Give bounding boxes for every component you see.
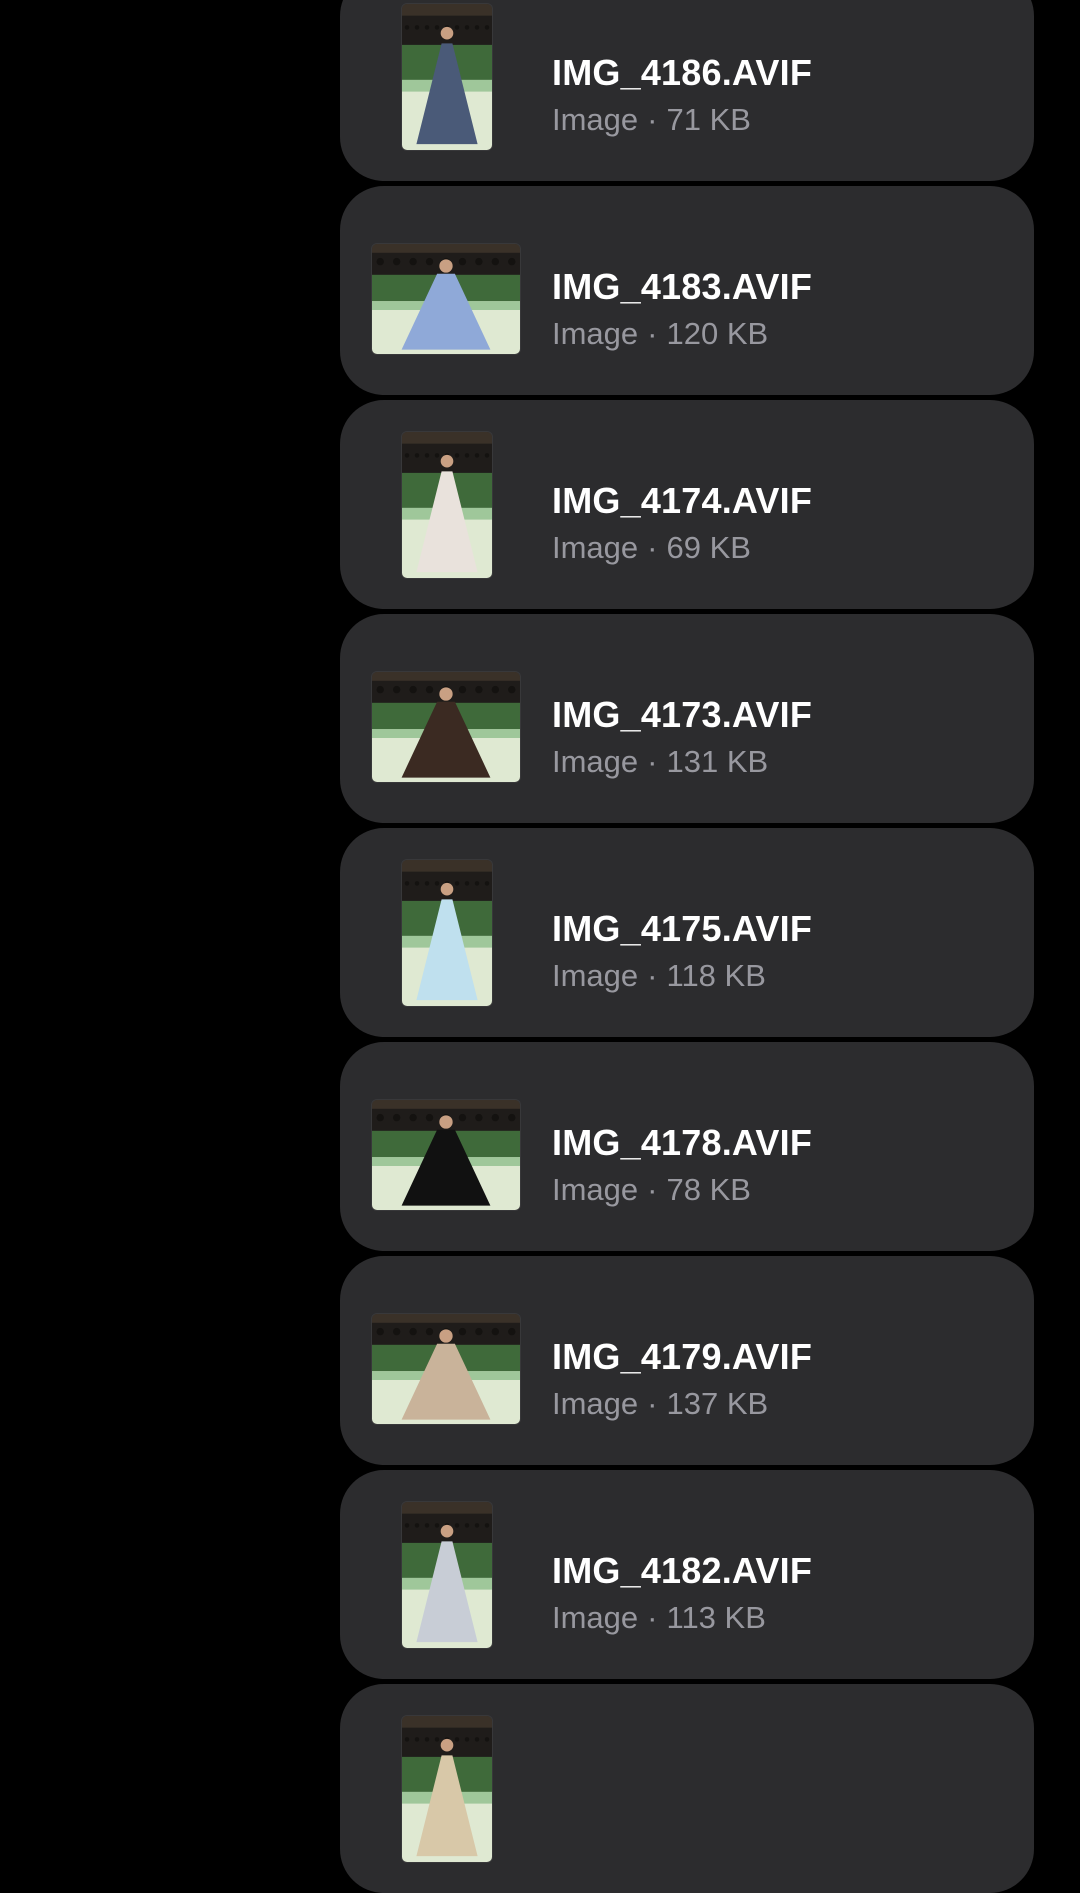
file-name: IMG_4175.AVIF: [552, 908, 813, 949]
file-name: IMG_4178.AVIF: [552, 1122, 813, 1163]
file-thumbnail: [402, 1716, 492, 1862]
meta-separator: ·: [647, 1600, 658, 1635]
file-name: IMG_4182.AVIF: [552, 1550, 813, 1591]
file-kind: Image: [552, 1600, 639, 1635]
file-name: IMG_4183.AVIF: [552, 266, 813, 307]
file-kind: Image: [552, 1386, 639, 1421]
meta-separator: ·: [647, 1386, 658, 1421]
file-row[interactable]: IMG_4182.AVIF Image · 113 KB: [340, 1470, 1034, 1679]
file-meta: Image · 137 KB: [552, 1386, 768, 1422]
file-row[interactable]: IMG_4173.AVIF Image · 131 KB: [340, 614, 1034, 823]
file-meta: Image · 71 KB: [552, 102, 751, 138]
file-list: IMG_4186.AVIF Image · 71 KB IMG_4183.AVIF Ima…: [340, 0, 1034, 1893]
file-meta: Image · 131 KB: [552, 744, 768, 780]
file-size: 71 KB: [666, 102, 751, 137]
file-row[interactable]: IMG_4178.AVIF Image · 78 KB: [340, 1042, 1034, 1251]
file-kind: Image: [552, 530, 639, 565]
meta-separator: ·: [647, 744, 658, 779]
file-row[interactable]: IMG_4183.AVIF Image · 120 KB: [340, 186, 1034, 395]
file-size: 113 KB: [666, 1600, 766, 1635]
file-name: IMG_4174.AVIF: [552, 480, 813, 521]
file-size: 118 KB: [666, 958, 766, 993]
meta-separator: ·: [647, 530, 658, 565]
file-thumbnail: [372, 1100, 520, 1210]
file-name: IMG_4179.AVIF: [552, 1336, 813, 1377]
file-size: 120 KB: [666, 316, 769, 351]
file-size: 131 KB: [666, 744, 769, 779]
file-meta: Image · 118 KB: [552, 958, 766, 994]
file-kind: Image: [552, 316, 639, 351]
file-name: IMG_4186.AVIF: [552, 52, 813, 93]
file-row[interactable]: IMG_4179.AVIF Image · 137 KB: [340, 1256, 1034, 1465]
file-meta: Image · 120 KB: [552, 316, 768, 352]
file-size: 78 KB: [666, 1172, 751, 1207]
file-thumbnail: [372, 244, 520, 354]
file-size: 137 KB: [666, 1386, 769, 1421]
file-kind: Image: [552, 102, 639, 137]
meta-separator: ·: [647, 102, 658, 137]
file-thumbnail: [402, 4, 492, 150]
file-thumbnail: [402, 860, 492, 1006]
meta-separator: ·: [647, 1172, 658, 1207]
file-thumbnail: [402, 432, 492, 578]
file-kind: Image: [552, 1172, 639, 1207]
file-kind: Image: [552, 958, 639, 993]
meta-separator: ·: [647, 316, 658, 351]
file-row[interactable]: [340, 1684, 1034, 1893]
file-row[interactable]: IMG_4174.AVIF Image · 69 KB: [340, 400, 1034, 609]
file-thumbnail: [372, 1314, 520, 1424]
file-meta: Image · 69 KB: [552, 530, 751, 566]
file-kind: Image: [552, 744, 639, 779]
file-size: 69 KB: [666, 530, 751, 565]
file-meta: Image · 78 KB: [552, 1172, 751, 1208]
file-meta: Image · 113 KB: [552, 1600, 766, 1636]
meta-separator: ·: [647, 958, 658, 993]
file-thumbnail: [372, 672, 520, 782]
file-row[interactable]: IMG_4186.AVIF Image · 71 KB: [340, 0, 1034, 181]
file-thumbnail: [402, 1502, 492, 1648]
file-name: IMG_4173.AVIF: [552, 694, 813, 735]
file-row[interactable]: IMG_4175.AVIF Image · 118 KB: [340, 828, 1034, 1037]
